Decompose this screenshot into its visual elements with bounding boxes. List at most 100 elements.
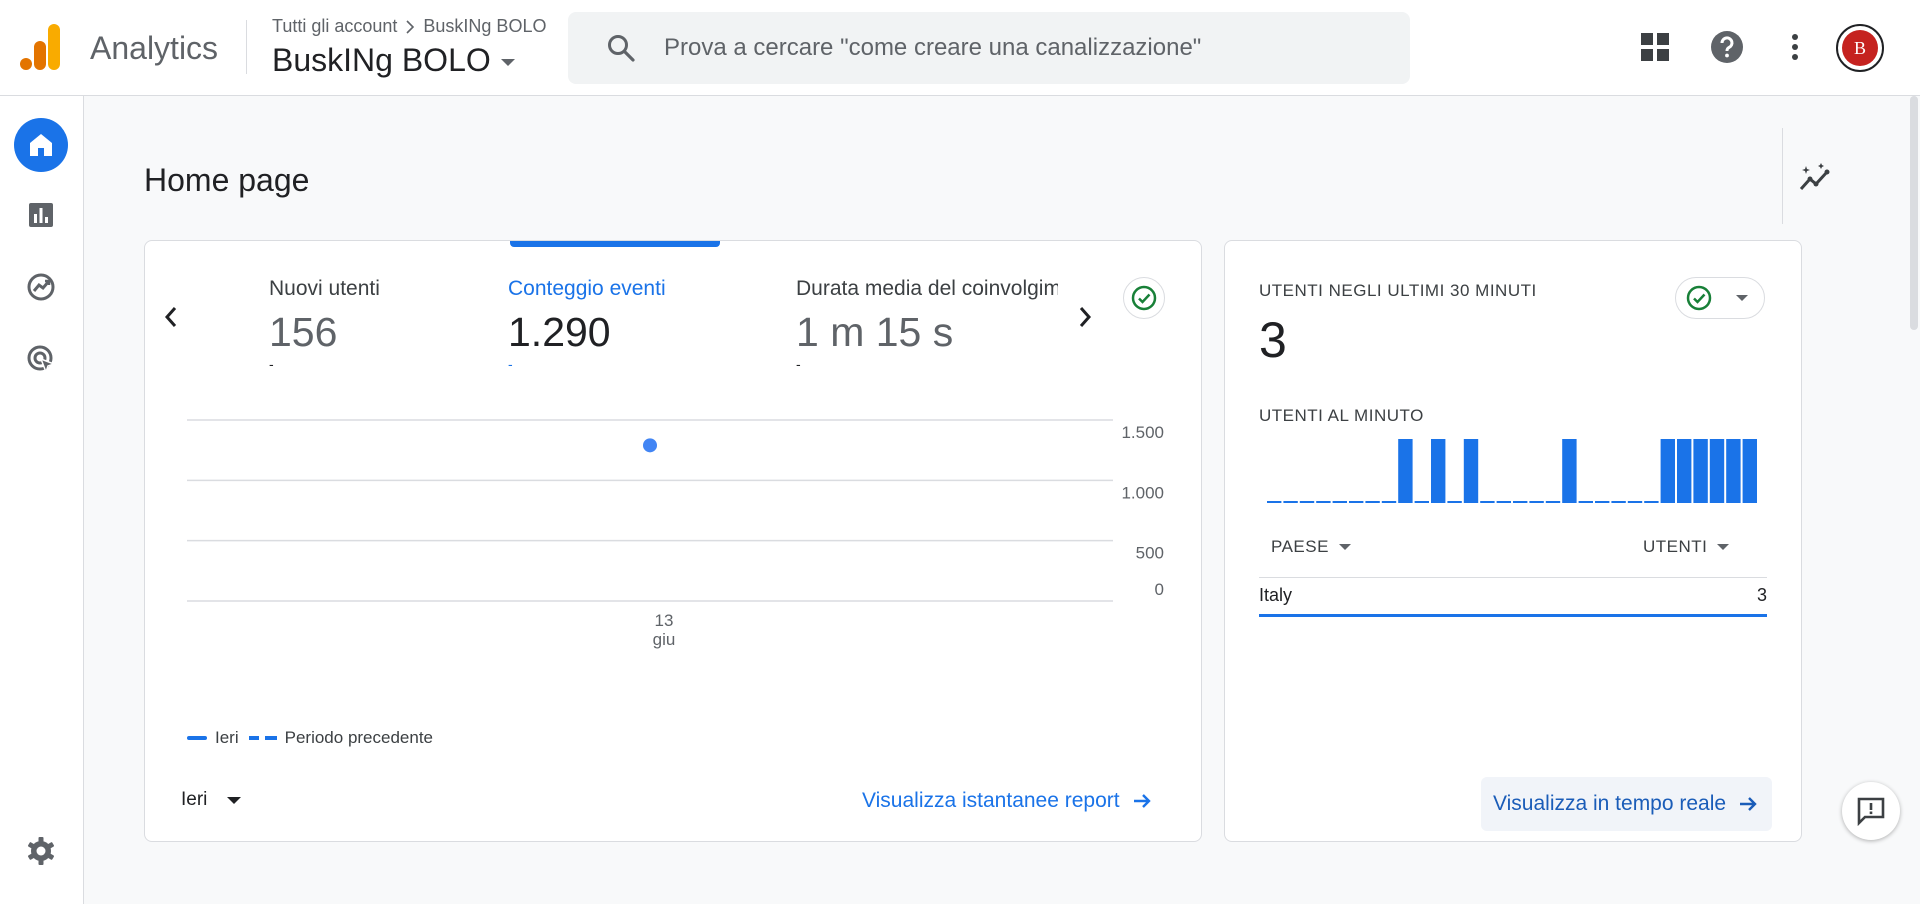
link-label: Visualizza in tempo reale [1493, 792, 1727, 815]
breadcrumb[interactable]: Tutti gli account BuskINg BOLO [272, 16, 546, 37]
users-per-minute-chart [1267, 439, 1757, 503]
nav-explore[interactable] [14, 260, 68, 314]
minute-bar[interactable] [1349, 501, 1364, 503]
help-icon[interactable] [1708, 28, 1746, 66]
chart-legend: Ieri Periodo precedente [187, 728, 433, 748]
minute-bar[interactable] [1431, 439, 1446, 503]
chevron-left-icon [164, 307, 177, 327]
metric-value: 156 [269, 309, 338, 355]
nav-admin[interactable] [14, 824, 68, 878]
legend-solid-swatch [187, 736, 207, 740]
minute-bar[interactable] [1677, 439, 1692, 503]
y-tick-label: 1.000 [1121, 483, 1164, 502]
check-circle-icon [1131, 285, 1157, 311]
app-name: Analytics [90, 30, 219, 66]
minute-bar[interactable] [1398, 439, 1413, 503]
minute-bar[interactable] [1726, 439, 1741, 503]
data-point[interactable] [643, 438, 657, 453]
realtime-options-button[interactable] [1675, 277, 1765, 319]
nav-reports[interactable] [14, 188, 68, 242]
data-quality-button[interactable] [1123, 277, 1165, 319]
reports-icon [29, 203, 53, 227]
metric-value: 1.290 [508, 309, 611, 355]
column-header-label: UTENTI [1643, 537, 1708, 556]
minute-bar[interactable] [1463, 439, 1479, 503]
minute-bar[interactable] [1742, 439, 1757, 503]
top-app-bar: Analytics Tutti gli account BuskINg BOLO… [0, 0, 1920, 96]
minute-bar[interactable] [1365, 501, 1380, 503]
feedback-icon [1857, 797, 1885, 826]
analytics-logo-icon[interactable] [20, 24, 62, 70]
next-metrics-button[interactable] [1065, 297, 1105, 337]
minute-bar[interactable] [1627, 501, 1643, 503]
minute-bar[interactable] [1283, 501, 1298, 503]
minute-bar[interactable] [1611, 501, 1626, 503]
minute-bar[interactable] [1496, 501, 1511, 503]
nav-advertising[interactable] [14, 332, 68, 386]
more-vert-icon[interactable] [1776, 28, 1814, 66]
insights-divider [1782, 128, 1783, 224]
column-header-users[interactable]: UTENTI [1643, 537, 1730, 557]
minute-bar[interactable] [1529, 501, 1544, 503]
avatar-initials: B [1854, 38, 1866, 58]
date-range-selector[interactable]: Ieri [181, 789, 242, 811]
minute-bar[interactable] [1447, 501, 1462, 503]
dropdown-caret-icon [500, 59, 515, 66]
minute-bar[interactable] [1595, 501, 1610, 503]
minute-bar[interactable] [1660, 439, 1675, 503]
metric-value: 1 m 15 s [796, 309, 954, 355]
avatar[interactable]: B [1836, 24, 1884, 72]
property-selector[interactable]: BuskINg BOLO [272, 42, 515, 79]
breadcrumb-account[interactable]: Tutti gli account [272, 16, 397, 37]
minute-bar[interactable] [1316, 501, 1331, 503]
users-cell: 3 [1756, 585, 1767, 605]
minute-bar[interactable] [1513, 501, 1528, 503]
legend-label: Ieri [215, 728, 239, 747]
y-tick-label: 500 [1136, 544, 1164, 563]
legend-label: Periodo precedente [284, 728, 434, 747]
legend-dashed-swatch [248, 736, 277, 740]
minute-bar[interactable] [1709, 439, 1725, 503]
chevron-right-icon [406, 19, 415, 34]
prev-metrics-button[interactable] [151, 297, 191, 337]
feedback-button[interactable] [1842, 782, 1900, 840]
metric-avg-engagement[interactable]: Durata media del coinvolgimento 1 m 15 s… [796, 277, 1058, 372]
insights-icon[interactable] [1796, 158, 1836, 198]
minute-bar[interactable] [1693, 439, 1708, 503]
minute-bar[interactable] [1414, 501, 1429, 503]
view-report-snapshot-link[interactable]: Visualizza istantanee report [862, 789, 1152, 813]
column-header-country[interactable]: PAESE [1271, 537, 1351, 557]
header-divider [246, 20, 247, 74]
chart-svg: 1.500 1.000 500 0 13giu [187, 419, 1164, 649]
y-tick-label: 1.500 [1121, 423, 1164, 442]
minute-bar[interactable] [1644, 501, 1659, 503]
minute-bar[interactable] [1381, 501, 1397, 503]
minute-bar[interactable] [1332, 501, 1347, 503]
minute-bar[interactable] [1299, 501, 1315, 503]
page-scrollbar[interactable] [1910, 96, 1918, 330]
table-divider [1259, 577, 1767, 578]
minute-bar[interactable] [1578, 501, 1593, 503]
search-input[interactable] [664, 34, 1364, 62]
table-row[interactable]: Italy 3 [1259, 585, 1767, 617]
search-bar[interactable] [568, 12, 1410, 84]
view-realtime-link[interactable]: Visualizza in tempo reale [1481, 777, 1773, 831]
overview-chart: 1.500 1.000 500 0 13 giu [145, 391, 1203, 711]
users-per-minute-title: UTENTI AL MINUTO [1259, 406, 1424, 425]
minute-bar[interactable] [1562, 439, 1577, 503]
minute-bar[interactable] [1545, 501, 1561, 503]
apps-grid-icon[interactable] [1636, 28, 1674, 66]
metric-event-count[interactable]: Conteggio eventi 1.290 - [508, 277, 778, 372]
x-tick-month: giu [653, 630, 676, 649]
avatar-logo-icon: B [1842, 30, 1878, 66]
legend-item-current: Ieri [187, 728, 239, 748]
nav-home[interactable] [14, 118, 68, 172]
selected-tab-indicator [510, 241, 720, 247]
minute-bar[interactable] [1480, 501, 1495, 503]
minute-bar[interactable] [1267, 501, 1282, 503]
metric-new-users[interactable]: Nuovi utenti 156 - [269, 277, 539, 372]
explore-icon [27, 273, 55, 301]
breadcrumb-property[interactable]: BuskINg BOLO [423, 16, 546, 37]
country-cell: Italy [1259, 585, 1293, 605]
dropdown-caret-icon [1736, 295, 1748, 301]
